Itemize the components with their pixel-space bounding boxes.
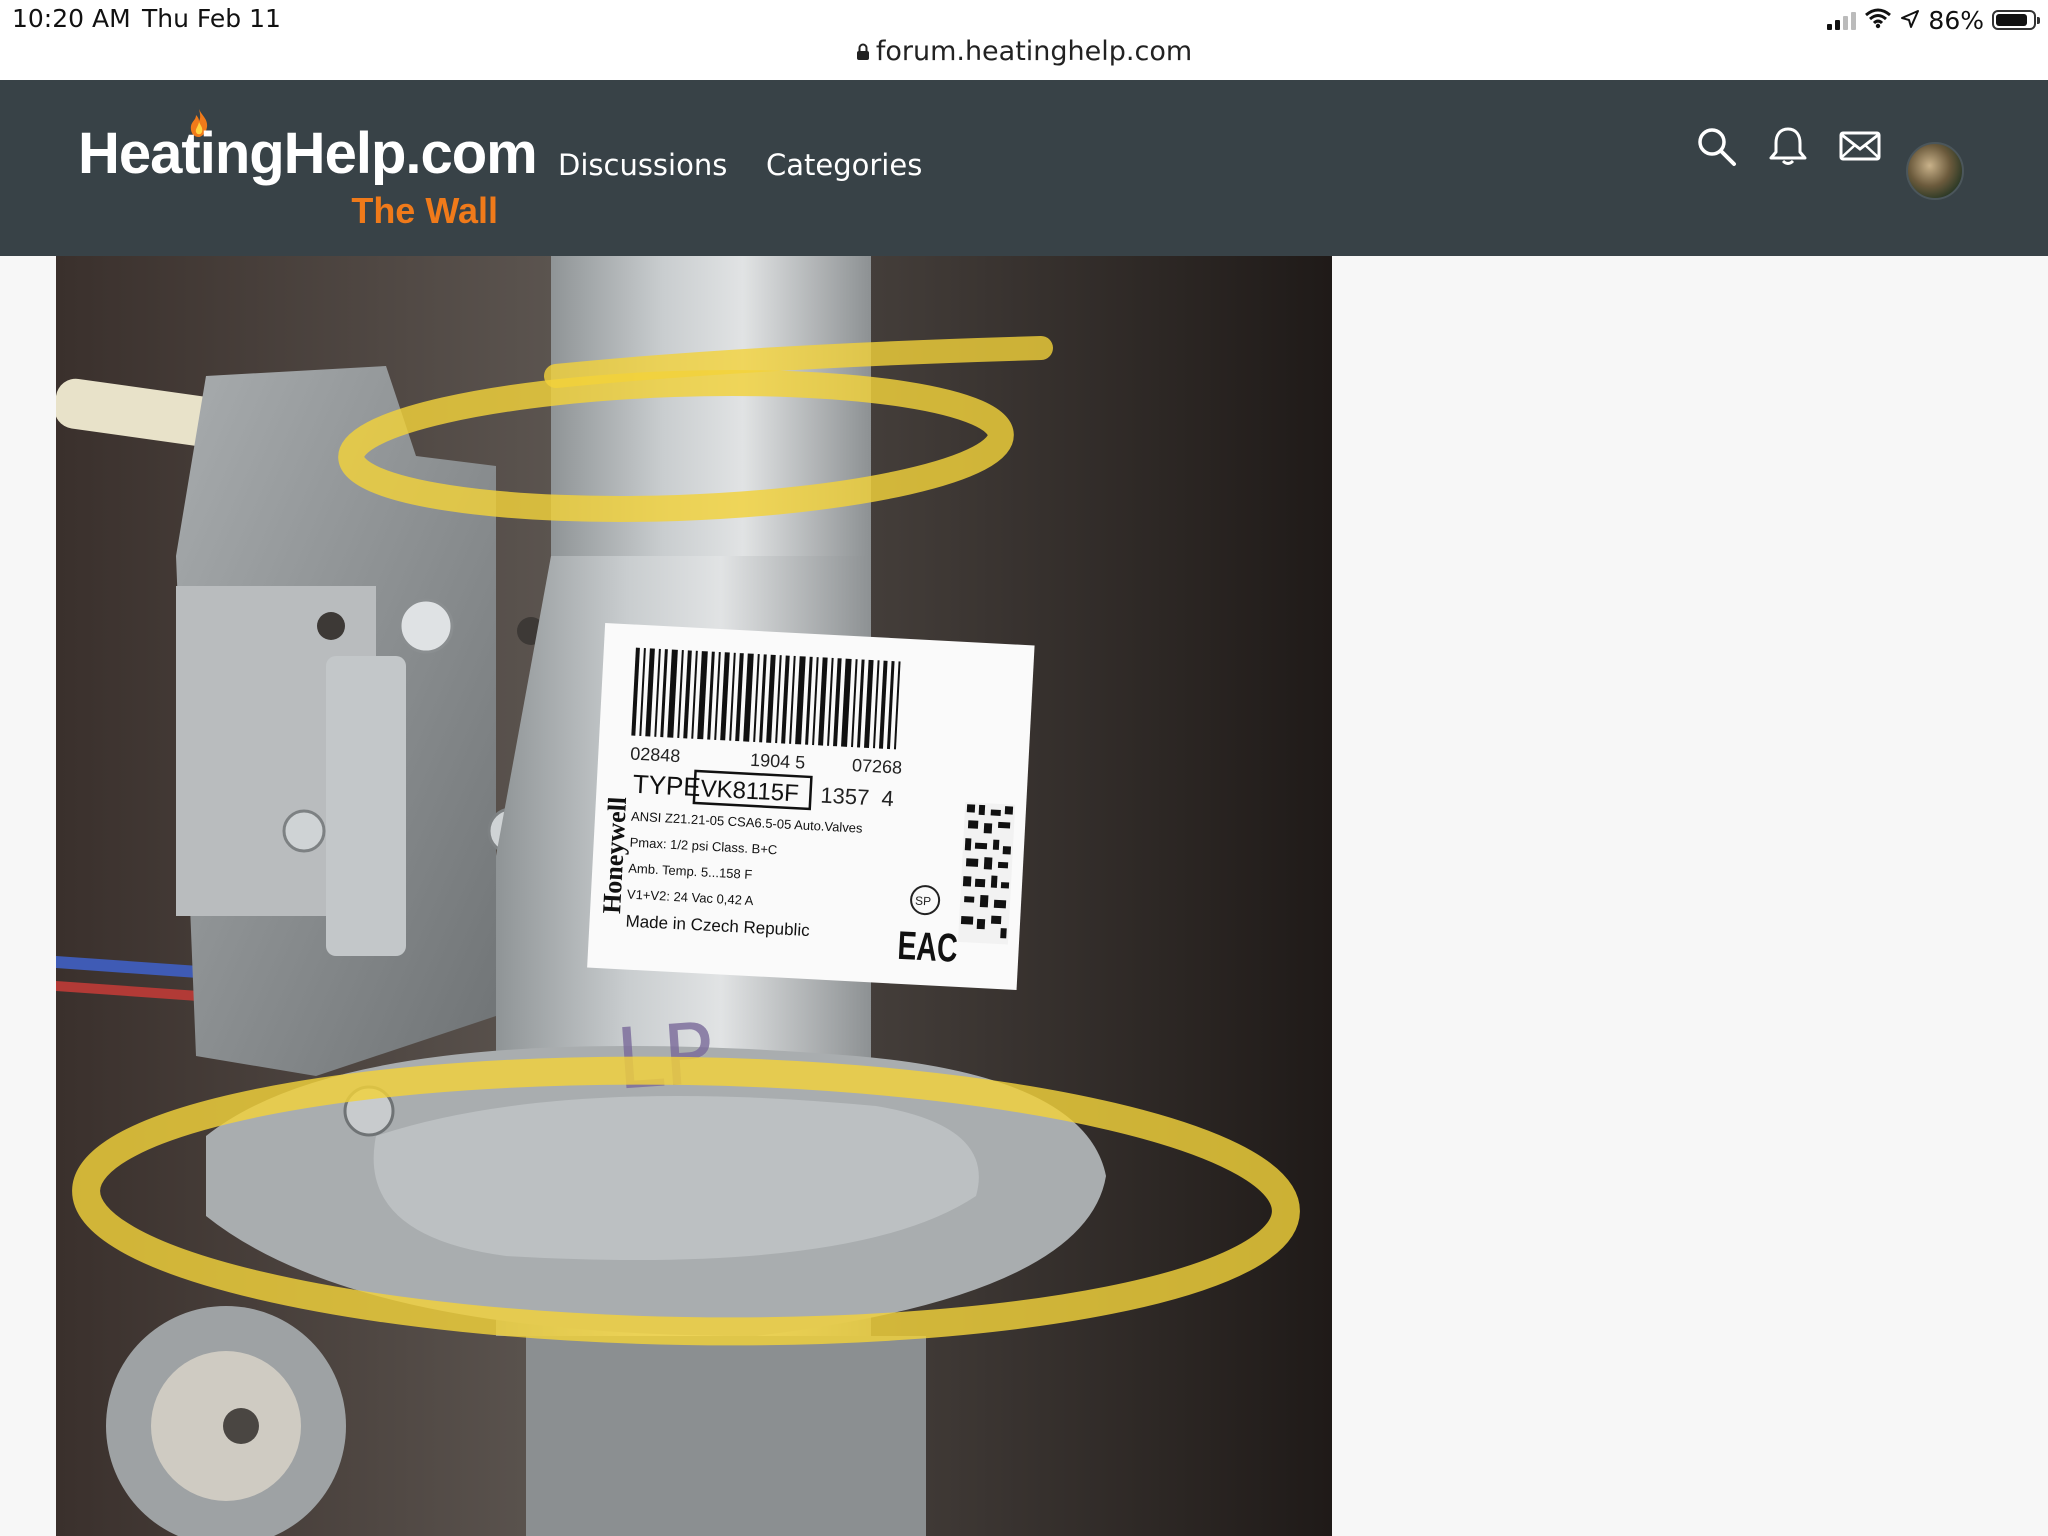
- label-type-prefix: TYPE: [632, 769, 701, 803]
- screw-3: [282, 809, 326, 853]
- url-text: forum.heatinghelp.com: [875, 36, 1193, 67]
- mail-icon[interactable]: [1838, 124, 1882, 168]
- label-type-value: VK8115F: [700, 775, 800, 807]
- site-header: HeatingHelp.com The Wall Discussions Cat…: [0, 80, 2048, 256]
- location-arrow-icon: [1900, 6, 1920, 35]
- address-bar[interactable]: forum.heatinghelp.com: [0, 36, 2048, 68]
- bell-icon[interactable]: [1766, 124, 1810, 168]
- logo-title: HeatingHelp.com: [78, 121, 538, 186]
- screw-1: [398, 598, 454, 654]
- pipe-lower: [526, 1336, 926, 1536]
- battery-icon: [1992, 10, 2040, 30]
- status-time: 10:20 AM: [12, 4, 131, 33]
- barcode-left-number: 02848: [630, 744, 681, 767]
- valve-label: 02848 1904 5 07268 Honeywell TYPE VK8115…: [587, 622, 1035, 991]
- port-hole-1: [317, 612, 345, 640]
- valve-stem: [326, 656, 406, 956]
- bottom-port-hole: [223, 1408, 259, 1444]
- eac-mark: EAC: [897, 924, 959, 971]
- status-bar: 10:20 AM Thu Feb 11 forum.heatinghelp.co…: [0, 0, 2048, 80]
- label-type-suffix: 1357 4: [820, 783, 895, 812]
- status-date: Thu Feb 11: [142, 4, 281, 33]
- qr-code: [957, 802, 1016, 945]
- handwritten-lp: LP: [613, 1004, 717, 1109]
- csa-mark: SP: [915, 894, 932, 909]
- logo-subtitle: The Wall: [351, 190, 498, 231]
- avatar[interactable]: [1906, 142, 1964, 200]
- battery-fill: [1996, 14, 2027, 26]
- barcode-right-number: 07268: [852, 755, 903, 778]
- nav-discussions[interactable]: Discussions: [558, 148, 727, 182]
- post-photo[interactable]: 02848 1904 5 07268 Honeywell TYPE VK8115…: [56, 256, 1332, 1536]
- search-icon[interactable]: [1694, 124, 1738, 168]
- lock-icon: [856, 37, 870, 68]
- signal-icon: [1827, 10, 1857, 30]
- status-right: 86%: [1827, 4, 2040, 36]
- barcode-mid-number: 1904 5: [750, 750, 806, 773]
- battery-percent: 86%: [1928, 5, 1984, 35]
- wifi-icon: [1864, 6, 1892, 35]
- nav-categories[interactable]: Categories: [766, 148, 922, 182]
- site-logo[interactable]: HeatingHelp.com The Wall: [78, 109, 538, 232]
